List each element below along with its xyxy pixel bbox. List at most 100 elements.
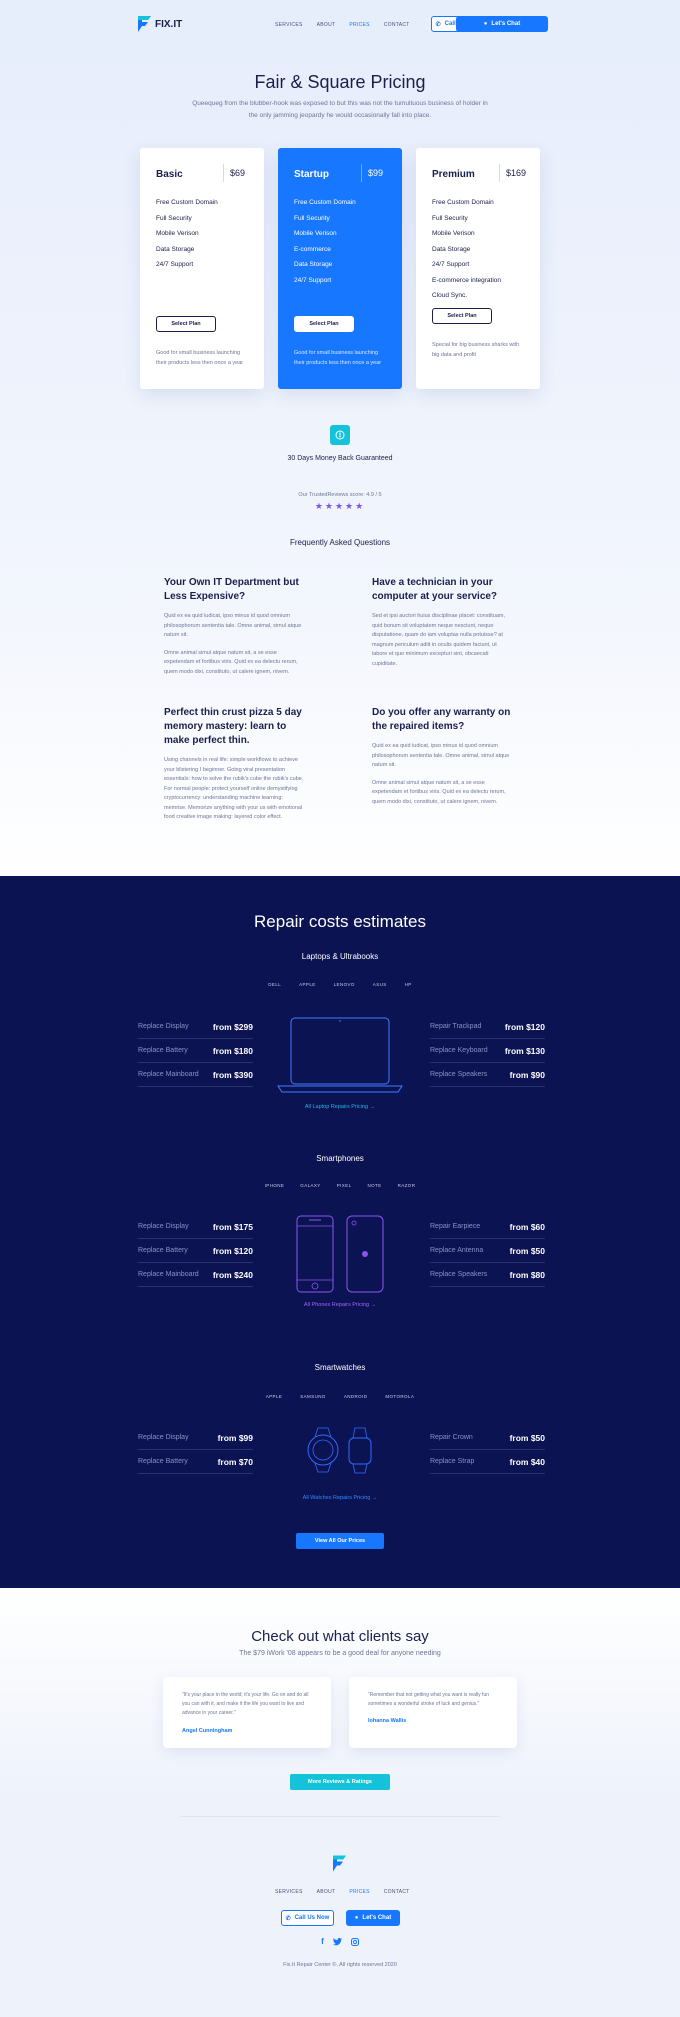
repair-label: Replace Strap [430,1458,475,1465]
watch-brand-tabs: APPLE SAMSUNG ANDROID MOTOROLA [0,1394,680,1399]
footer-logo-icon[interactable] [333,1855,346,1872]
repair-price: from $240 [212,1269,253,1280]
select-plan-button[interactable]: Select Plan [294,316,354,332]
tab-motorola[interactable]: MOTOROLA [385,1394,414,1399]
tab-pixel[interactable]: PIXEL [337,1183,352,1188]
faq-item: Your Own IT Department but Less Expensiv… [164,576,304,677]
view-all-prices-button[interactable]: View All Our Prices [296,1533,384,1549]
price-row: Replace Battery from $180 [138,1039,253,1063]
price-row: Replace Strap from $40 [430,1450,545,1474]
smartwatches-title: Smartwatches [314,1363,366,1372]
repair-price: from $130 [504,1045,545,1056]
facebook-icon[interactable]: f [321,1937,324,1946]
all-laptop-repairs-link[interactable]: All Laptop Repairs Pricing → [0,1104,680,1110]
plan-feature: Data Storage [156,245,195,253]
twitter-icon[interactable] [332,1938,342,1946]
laptops-title: Laptops & Ultrabooks [301,952,379,961]
footer-link-services[interactable]: SERVICES [275,1889,303,1895]
plan-feature: Data Storage [432,245,471,253]
repair-title: Repair costs estimates [254,912,426,931]
repair-price: from $120 [212,1245,253,1256]
nav-link-prices[interactable]: PRICES [349,22,369,28]
footer-link-prices[interactable]: PRICES [349,1889,369,1895]
price-row: Replace Display from $99 [138,1426,253,1450]
plan-features: Free Custom Domain Full Security Mobile … [432,195,501,304]
repair-label: Replace Battery [138,1247,188,1254]
plan-feature: Full Security [156,214,192,222]
testimonial-author: Iohanna Wallis [368,1718,407,1724]
plan-card-startup: Startup $99 Free Custom Domain Full Secu… [278,148,402,389]
select-plan-button[interactable]: Select Plan [432,308,492,324]
tab-galaxy[interactable]: GALAXY [300,1183,320,1188]
shield-icon [330,425,350,445]
plan-name: Basic [156,169,183,180]
nav-link-about[interactable]: ABOUT [317,22,336,28]
tab-iphone[interactable]: IPHONE [265,1183,285,1188]
faq-answer: Omne animal simul atque natum sit, a se … [164,649,298,675]
faq-item: Have a technician in your computer at yo… [372,576,512,669]
plan-feature: Free Custom Domain [156,199,218,206]
repair-label: Repair Trackpad [430,1023,482,1030]
tab-apple[interactable]: APPLE [299,982,316,987]
repair-price: from $50 [509,1432,545,1443]
logo[interactable]: FIX.IT [138,16,182,32]
instagram-icon[interactable] [350,1938,359,1946]
footer-call-us-button[interactable]: ✆ Call Us Now [281,1910,334,1926]
plan-feature: Mobile Verison [294,230,337,237]
repair-label: Repair Crown [430,1434,473,1441]
lets-chat-label: Let's Chat [491,21,521,27]
tab-asus[interactable]: ASUS [373,982,387,987]
faq-item: Perfect thin crust pizza 5 day memory ma… [164,706,304,823]
plan-price: $69 [230,168,246,178]
tab-hp[interactable]: HP [405,982,412,987]
laptop-icon [277,1017,403,1093]
tab-dell[interactable]: DELL [268,982,281,987]
nav-link-services[interactable]: SERVICES [275,22,303,28]
plan-feature: E-commerce integration [432,276,501,284]
lets-chat-button[interactable]: ● Let's Chat [456,16,548,32]
price-row: Replace Battery from $120 [138,1239,253,1263]
tab-android[interactable]: ANDROID [344,1394,368,1399]
plan-features: Free Custom Domain Full Security Mobile … [294,195,356,288]
plan-feature: 24/7 Support [156,261,194,268]
plan-feature: Full Security [432,214,468,222]
divider [499,164,500,182]
footer-link-contact[interactable]: CONTACT [384,1889,410,1895]
plan-feature: E-commerce [294,245,331,253]
tab-razor[interactable]: RAZOR [398,1183,416,1188]
phone-brand-tabs: IPHONE GALAXY PIXEL NOTE RAZOR [0,1183,680,1188]
price-row: Replace Keyboard from $130 [430,1039,545,1063]
phone-icon: ✆ [285,1915,291,1922]
arrow-right-icon: → [371,1495,378,1501]
smartphones-title: Smartphones [316,1154,364,1163]
tab-samsung[interactable]: SAMSUNG [300,1394,326,1399]
more-reviews-button[interactable]: More Reviews & Ratings [290,1774,390,1790]
logo-icon [138,16,151,32]
plan-name: Premium [432,169,475,180]
tab-apple[interactable]: APPLE [266,1394,283,1399]
footer-lets-chat-button[interactable]: ● Let's Chat [346,1910,400,1926]
repair-label: Replace Display [138,1223,189,1230]
nav-link-contact[interactable]: CONTACT [384,22,410,28]
link-label: All Phones Repairs Pricing [303,1302,370,1308]
link-label: All Laptop Repairs Pricing [304,1104,369,1110]
tab-lenovo[interactable]: LENOVO [334,982,355,987]
repair-price: from $60 [509,1221,545,1232]
copyright: Fix.It Repair Center ©. All rights reser… [283,1962,397,1968]
plan-feature: Mobile Verison [156,230,199,237]
price-row: Repair Trackpad from $120 [430,1015,545,1039]
tab-note[interactable]: NOTE [367,1183,381,1188]
footer-link-about[interactable]: ABOUT [317,1889,336,1895]
repair-label: Replace Antenna [430,1247,484,1254]
pricing-title: Fair & Square Pricing [254,72,426,92]
select-plan-button[interactable]: Select Plan [156,316,216,332]
all-phone-repairs-link[interactable]: All Phones Repairs Pricing → [0,1302,680,1308]
faq-question: Perfect thin crust pizza 5 day memory ma… [164,707,302,746]
testimonial-quote: "It's your place in the world; it's your… [182,1692,309,1716]
repair-label: Replace Battery [138,1458,188,1465]
all-watch-repairs-link[interactable]: All Watches Repairs Pricing → [0,1495,680,1501]
plan-feature: Cloud Sync. [432,292,468,299]
footer-links: SERVICES ABOUT PRICES CONTACT [275,1889,410,1895]
faq-answer: Sed et ipsi auctori huius disciplinae pl… [372,613,505,667]
trust-score: Our TrustedReviews score: 4.9 / 5 [298,492,382,498]
